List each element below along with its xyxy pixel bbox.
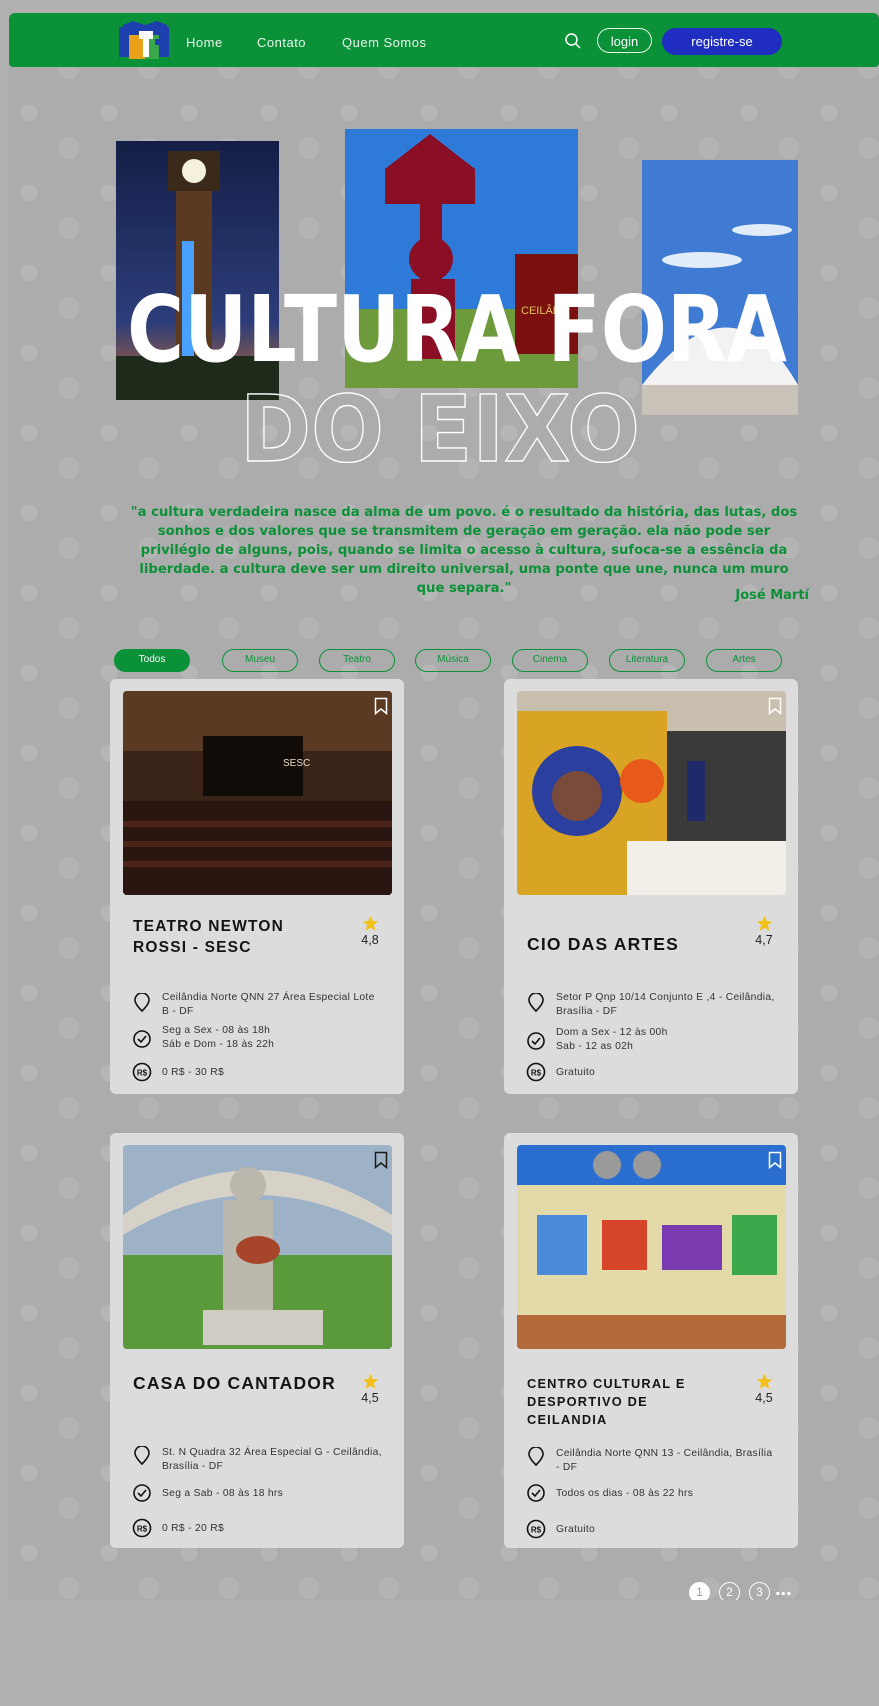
place-card[interactable]: CASA DO CANTADOR 4,5 St. N Quadra 32 Áre… [110, 1133, 404, 1548]
place-hours-line: Seg a Sab - 08 às 18 hrs [162, 1488, 284, 1499]
place-address: Setor P Qnp 10/14 Conjunto E ,4 - Ceilân… [556, 992, 775, 1017]
filter-literatura[interactable]: Literatura [609, 649, 685, 672]
nav-link-quem-somos[interactable]: Quem Somos [342, 35, 426, 50]
place-address: St. N Quadra 32 Área Especial G - Ceilân… [162, 1447, 382, 1472]
svg-text:R$: R$ [531, 1069, 542, 1078]
bookmark-icon[interactable] [374, 697, 388, 715]
price-icon: R$ [132, 1062, 152, 1082]
location-pin-icon [528, 1447, 544, 1467]
bookmark-icon[interactable] [768, 697, 782, 715]
clock-icon [133, 1030, 151, 1048]
filter-teatro[interactable]: Teatro [319, 649, 395, 672]
svg-text:R$: R$ [137, 1069, 148, 1078]
place-photo-statue [123, 1145, 392, 1349]
place-rating: 4,8 [361, 933, 379, 947]
bookmark-icon[interactable] [768, 1151, 782, 1169]
logo[interactable] [115, 21, 173, 63]
place-price: Gratuito [556, 1524, 596, 1535]
place-rating: 4,5 [361, 1391, 379, 1405]
place-price: 0 R$ - 30 R$ [162, 1067, 224, 1078]
location-pin-icon [134, 993, 150, 1013]
star-icon [756, 915, 773, 931]
place-hours: Todos os dias - 08 às 22 hrs [556, 1487, 776, 1501]
svg-text:R$: R$ [137, 1525, 148, 1534]
filter-musica[interactable]: Música [415, 649, 491, 672]
price-icon: R$ [526, 1519, 546, 1539]
star-icon [756, 1373, 773, 1389]
location-pin-icon [528, 993, 544, 1013]
filter-artes[interactable]: Artes [706, 649, 782, 672]
place-hours-line: Todos os dias - 08 às 22 hrs [556, 1488, 694, 1499]
place-photo-arts-hall [517, 691, 786, 895]
place-hours: Seg a Sab - 08 às 18 hrs [162, 1487, 382, 1501]
place-rating: 4,5 [755, 1391, 773, 1405]
location-pin-icon [134, 1446, 150, 1466]
clock-icon [527, 1032, 545, 1050]
bookmark-icon[interactable] [374, 1151, 388, 1169]
place-card[interactable]: SESC TEATRO NEWTON ROSSI - SESC 4,8 Ceil… [110, 679, 404, 1094]
quote-text: "a cultura verdadeira nasce da alma de u… [130, 505, 798, 596]
hero-title: CULTURA FORA DO EIXO [127, 283, 787, 463]
svg-text:R$: R$ [531, 1526, 542, 1535]
quote-author: José Martí [735, 588, 809, 603]
place-price: Gratuito [556, 1067, 596, 1078]
price-icon: R$ [132, 1518, 152, 1538]
place-title: TEATRO NEWTON ROSSI - SESC [133, 918, 285, 956]
place-hours-line: Sáb e Dom - 18 às 22h [162, 1038, 275, 1050]
svg-text:SESC: SESC [283, 758, 310, 769]
place-hours-line: Seg a Sex - 08 às 18h [162, 1025, 271, 1036]
place-title: CIO DAS ARTES [527, 934, 680, 954]
register-button[interactable]: registre-se [662, 28, 782, 55]
hero-title-line1: CULTURA FORA [127, 283, 787, 383]
top-navbar: Home Contato Quem Somos login registre-s… [9, 13, 879, 67]
filter-todos[interactable]: Todos [114, 649, 190, 672]
login-button[interactable]: login [597, 28, 652, 53]
clock-icon [527, 1484, 545, 1502]
place-address: Ceilândia Norte QNN 13 - Ceilândia, Bras… [556, 1448, 773, 1473]
place-title: CENTRO CULTURAL E DESPORTIVO DE CEILANDI… [527, 1376, 686, 1427]
place-card[interactable]: CIO DAS ARTES 4,7 Setor P Qnp 10/14 Conj… [504, 679, 798, 1094]
page-frame: Home Contato Quem Somos login registre-s… [9, 13, 879, 1600]
place-photo-theater: SESC [123, 691, 392, 895]
hero-title-line2: DO EIXO [240, 376, 640, 463]
place-address: Ceilândia Norte QNN 27 Área Especial Lot… [162, 992, 375, 1017]
clock-icon [133, 1484, 151, 1502]
star-icon [362, 915, 379, 931]
place-card[interactable]: CENTRO CULTURAL E DESPORTIVO DE CEILANDI… [504, 1133, 798, 1548]
place-hours-line: Sab - 12 as 02h [556, 1040, 634, 1052]
filter-cinema[interactable]: Cinema [512, 649, 588, 672]
place-price: 0 R$ - 20 R$ [162, 1523, 224, 1534]
filter-museu[interactable]: Museu [222, 649, 298, 672]
nav-link-home[interactable]: Home [186, 35, 223, 50]
page-1-button[interactable]: 1 [689, 1582, 710, 1600]
place-photo-cultural-center [517, 1145, 786, 1349]
place-hours: Seg a Sex - 08 às 18h Sáb e Dom - 18 às … [162, 1024, 382, 1051]
page-3-button[interactable]: 3 [749, 1582, 770, 1600]
price-icon: R$ [526, 1062, 546, 1082]
place-rating: 4,7 [755, 933, 773, 947]
star-icon [362, 1373, 379, 1389]
page-2-button[interactable]: 2 [719, 1582, 740, 1600]
pagination-more[interactable]: ... [775, 1578, 792, 1600]
nav-link-contato[interactable]: Contato [257, 35, 306, 50]
place-hours: Dom a Sex - 12 às 00h Sab - 12 as 02h [556, 1026, 776, 1053]
place-hours-line: Dom a Sex - 12 às 00h [556, 1027, 668, 1038]
search-icon[interactable] [564, 32, 582, 50]
place-title: CASA DO CANTADOR [133, 1373, 336, 1393]
